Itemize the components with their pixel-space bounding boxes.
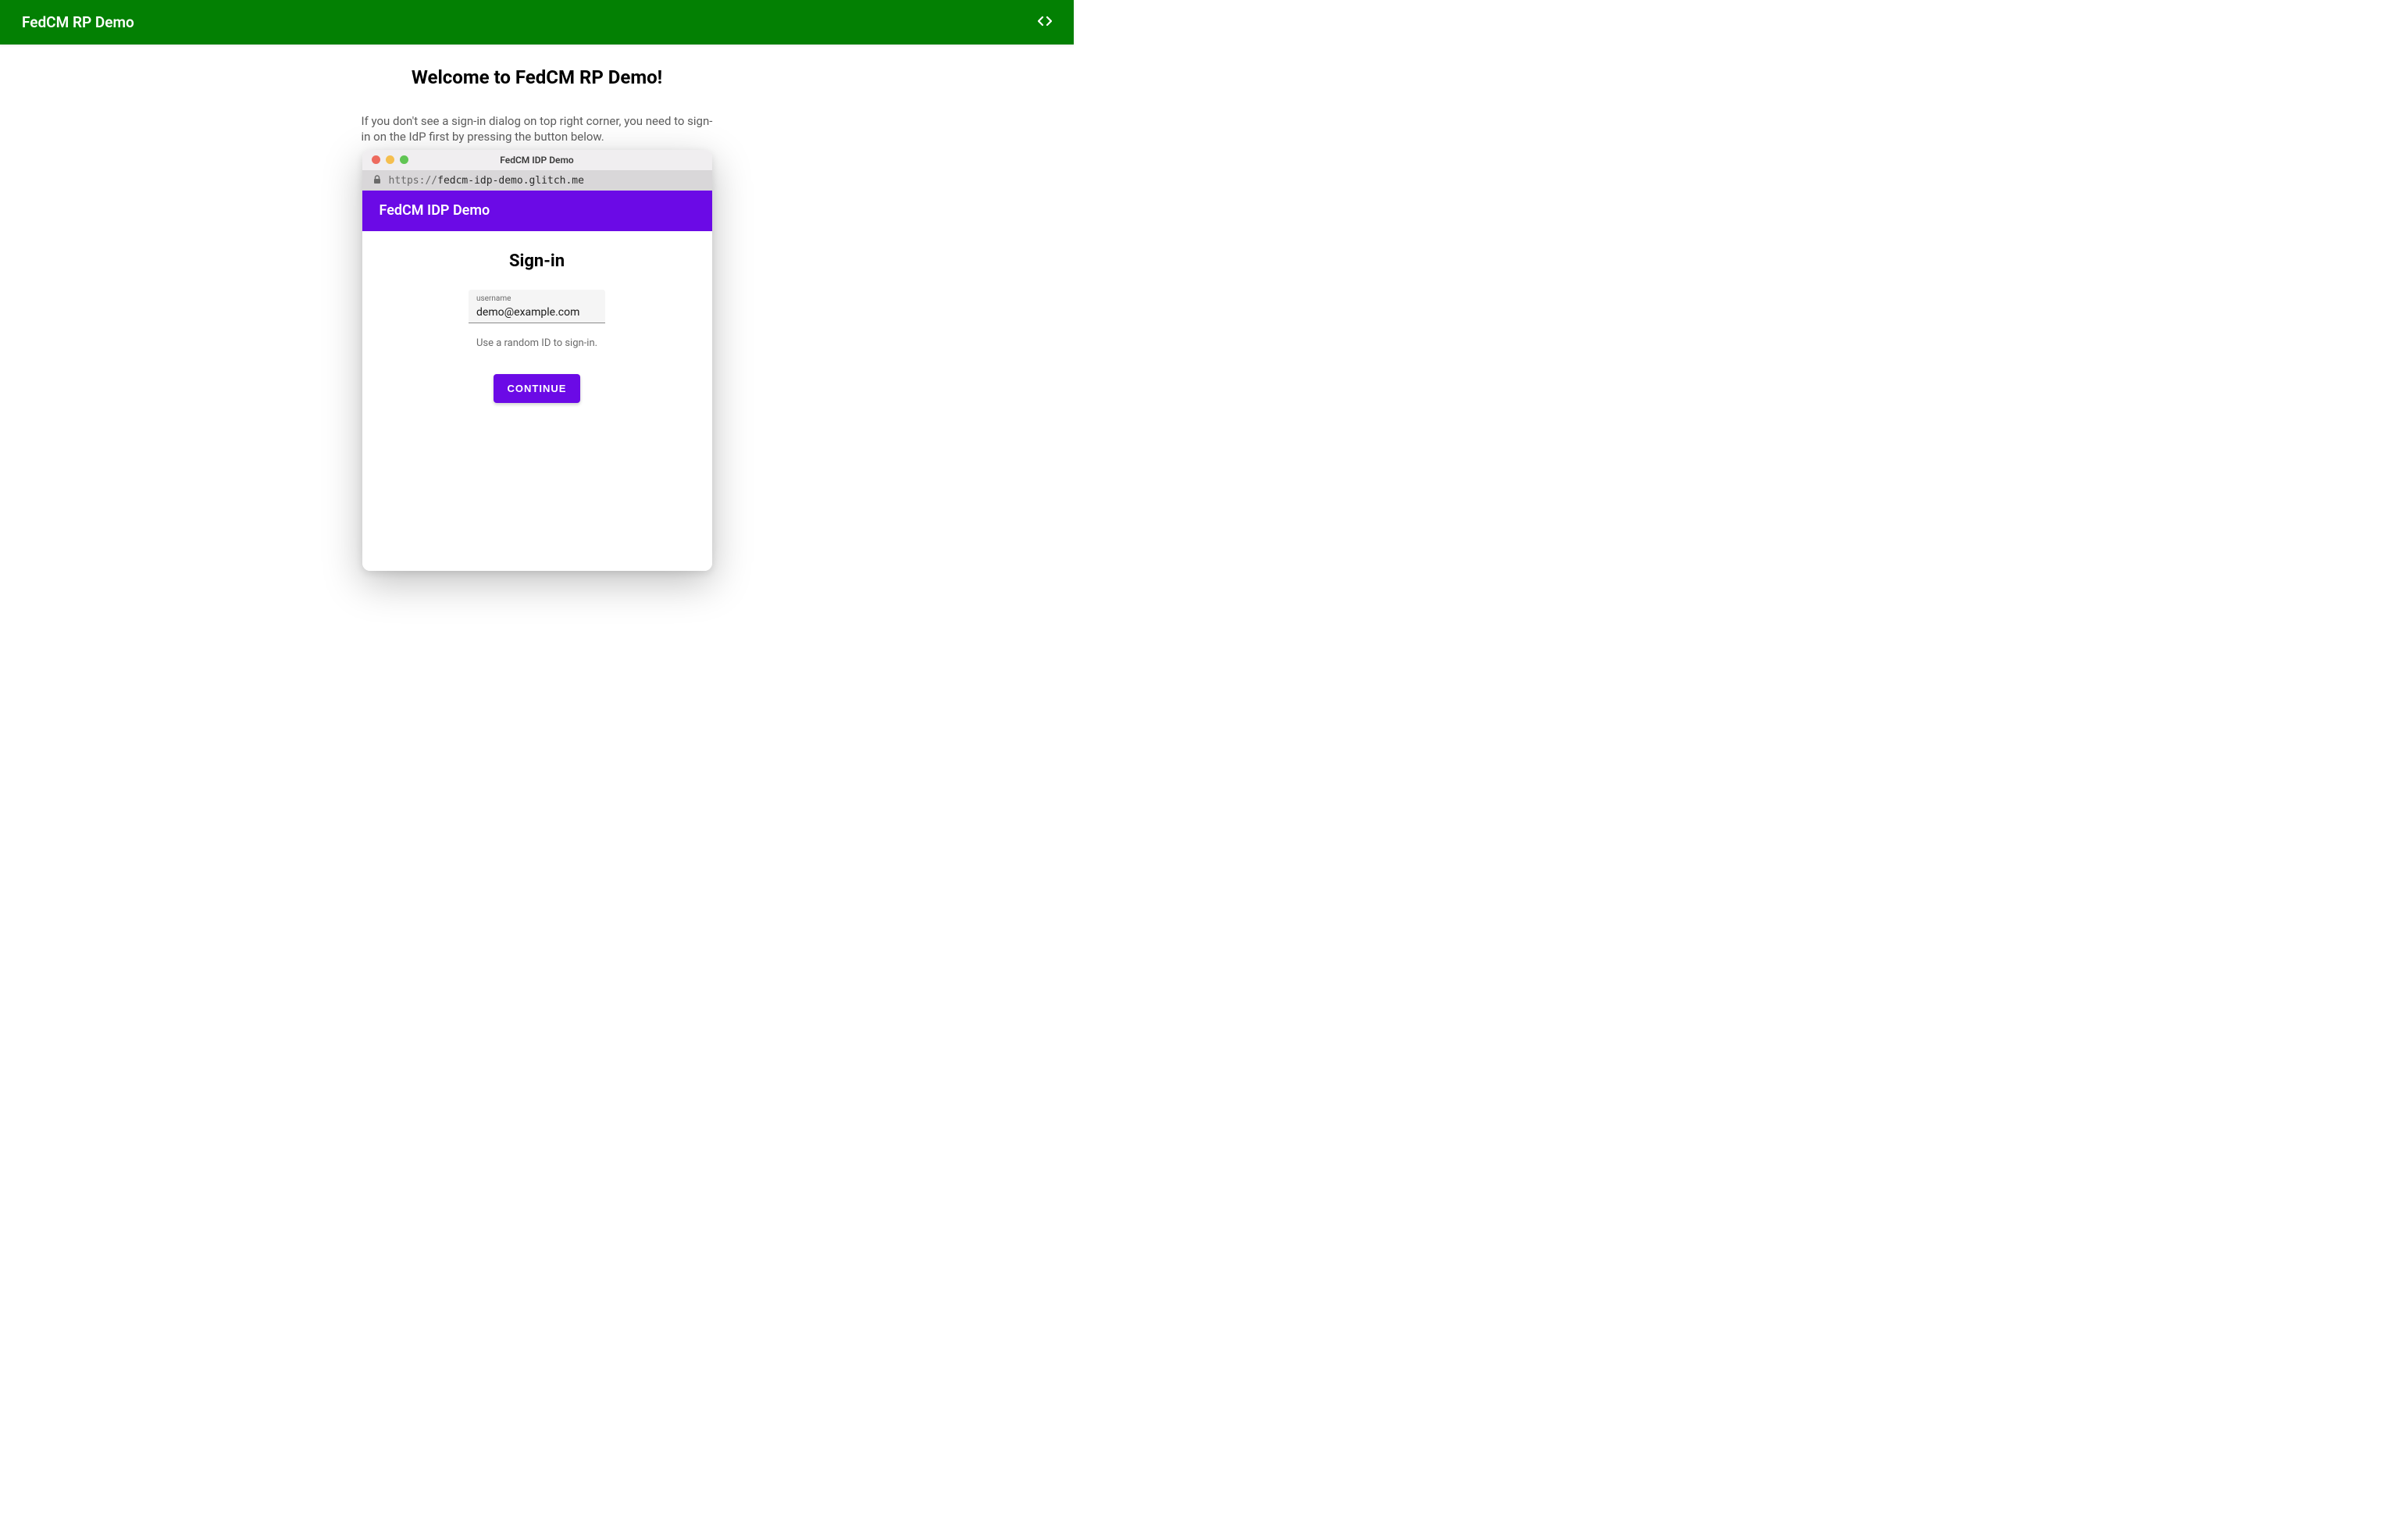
instruction-text: If you don't see a sign-in dialog on top… xyxy=(362,113,713,145)
page-title: Welcome to FedCM RP Demo! xyxy=(0,66,1074,88)
username-label: username xyxy=(476,294,597,303)
popup-window: FedCM IDP Demo https://fedcm-idp-demo.gl… xyxy=(362,150,712,571)
username-field-wrapper[interactable]: username xyxy=(469,290,605,323)
idp-header: FedCM IDP Demo xyxy=(362,191,712,231)
signin-title: Sign-in xyxy=(362,251,712,271)
url-host: fedcm-idp-demo.glitch.me xyxy=(437,175,584,187)
top-bar: FedCM RP Demo xyxy=(0,0,1074,45)
continue-button[interactable]: CONTINUE xyxy=(494,374,581,403)
window-chrome: FedCM IDP Demo xyxy=(362,150,712,171)
idp-header-title: FedCM IDP Demo xyxy=(380,202,490,219)
url-text: https://fedcm-idp-demo.glitch.me xyxy=(389,175,584,187)
traffic-lights xyxy=(362,155,408,164)
main-content: Welcome to FedCM RP Demo! If you don't s… xyxy=(0,45,1074,571)
maximize-window-icon[interactable] xyxy=(400,155,408,164)
username-input[interactable] xyxy=(476,306,597,319)
close-window-icon[interactable] xyxy=(372,155,380,164)
app-title: FedCM RP Demo xyxy=(22,13,134,31)
lock-icon xyxy=(373,175,381,187)
idp-body: Sign-in username Use a random ID to sign… xyxy=(362,231,712,571)
minimize-window-icon[interactable] xyxy=(386,155,394,164)
window-title: FedCM IDP Demo xyxy=(362,155,712,166)
url-prefix: https:// xyxy=(389,175,438,187)
url-bar: https://fedcm-idp-demo.glitch.me xyxy=(362,171,712,191)
helper-text: Use a random ID to sign-in. xyxy=(362,337,712,349)
code-icon[interactable] xyxy=(1038,14,1052,30)
